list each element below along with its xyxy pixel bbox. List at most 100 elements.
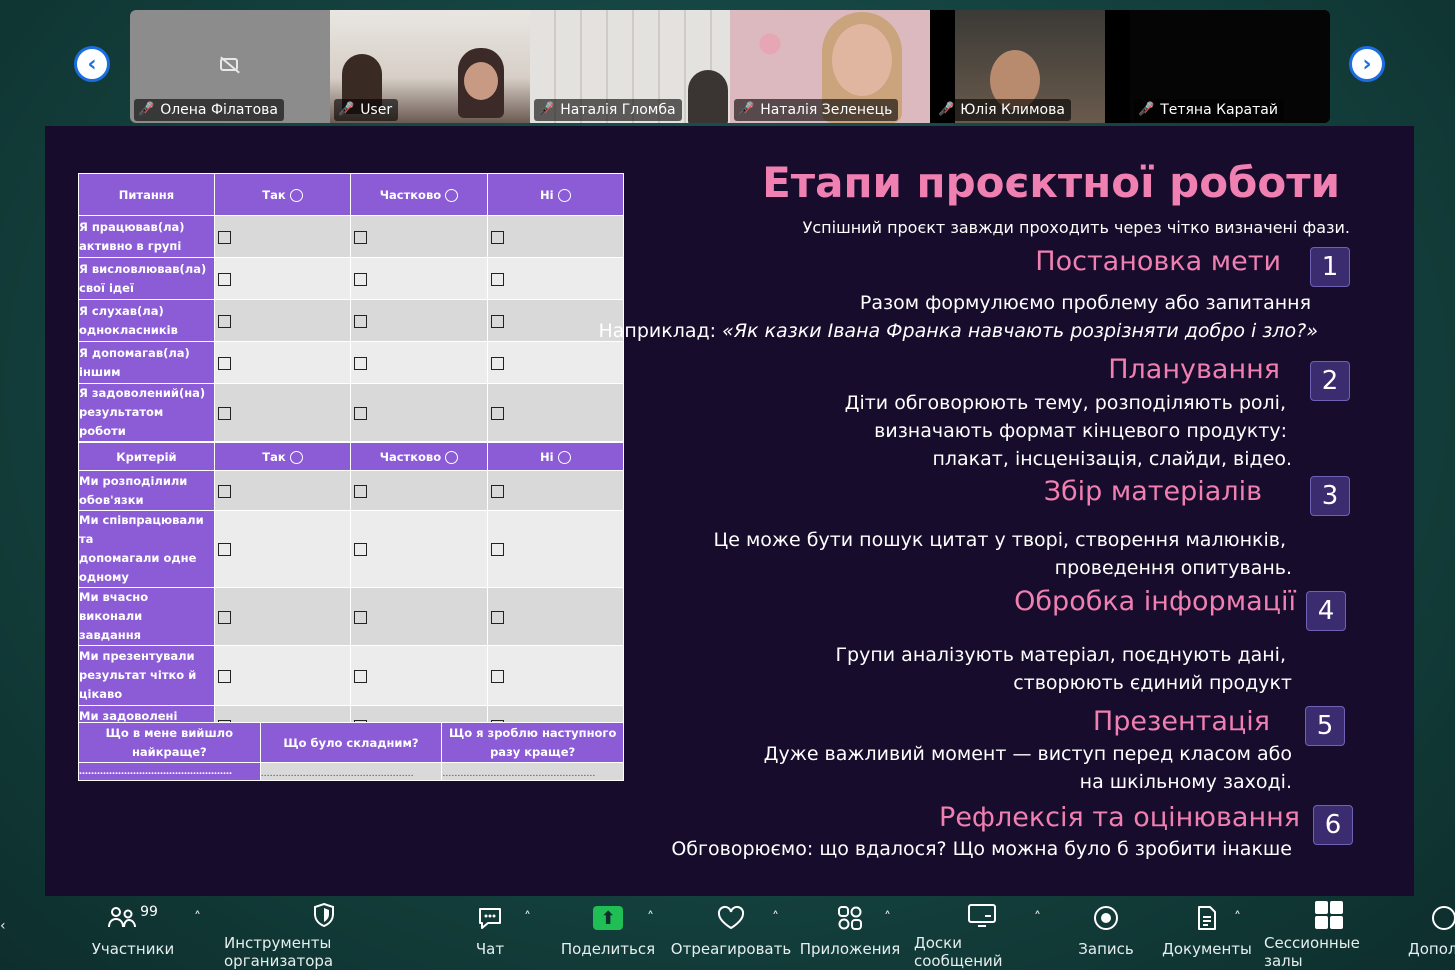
table-header: Що я зроблю наступного разу краще? [441,722,624,763]
next-participants-button[interactable]: › [1349,46,1385,82]
checkbox[interactable] [217,272,231,286]
breakout-rooms-button[interactable]: Сессионные залы [1264,896,1394,970]
host-tools-button[interactable]: Инструменты организатора [224,896,424,970]
more-button[interactable]: Допол [1408,896,1455,970]
checkbox[interactable] [354,314,368,328]
checkbox[interactable] [217,610,231,624]
checkbox[interactable] [354,484,368,498]
participant-tile[interactable]: 🎤̸ User [330,10,530,123]
criterion-label: Я працював(ла) активно в групі [78,215,215,258]
checkbox[interactable] [490,272,504,286]
whiteboards-button[interactable]: Доски сообщений [914,896,1050,970]
smile-icon [289,188,303,202]
table-header: Так [213,442,352,471]
chevron-up-icon[interactable]: ˄ [1034,910,1041,926]
participant-name-tag: 🎤̸ Наталія Гломба [534,99,682,121]
table-header: Ні [486,442,625,471]
checkbox[interactable] [490,610,504,624]
checkbox-cell [213,341,352,384]
checkbox[interactable] [217,356,231,370]
table-header: Критерій [78,442,215,471]
criterion-label: Я слухав(ла) однокласників [78,299,215,342]
self-assessment-table: Питання Так Частково Ні Я працював(ла) ак… [78,173,625,442]
table-header: Частково [350,442,488,471]
checkbox[interactable] [490,314,504,328]
chevron-up-icon[interactable]: ˄ [772,910,779,926]
criterion-label: Ми розподілили обов'язки [78,470,215,511]
checkbox-cell [486,215,625,258]
stage-number: 6 [1313,805,1353,845]
neutral-face-icon [445,188,459,202]
participant-tile[interactable]: 🎤̸ Юлія Климова [930,10,1130,123]
checkbox[interactable] [490,356,504,370]
checkbox[interactable] [217,484,231,498]
toolbar-label: Сессионные залы [1264,934,1360,970]
checkbox[interactable] [490,669,504,683]
checkbox[interactable] [354,230,368,244]
participant-name: Юлія Климова [960,102,1065,118]
chevron-left-icon[interactable]: ‹ [0,918,6,934]
neutral-face-icon [445,450,459,464]
table-row: Ми співпрацювали та допомагали одне одному [78,510,625,588]
checkbox[interactable] [490,230,504,244]
checkbox[interactable] [217,669,231,683]
record-icon [1092,896,1120,940]
toolbar-label: Доски сообщений [914,934,1003,970]
smile-icon [289,450,303,464]
participants-button[interactable]: 99 Участники [90,896,176,970]
heart-icon [716,896,746,940]
checkbox[interactable] [217,543,231,556]
stage-heading: Презентація [1092,706,1270,737]
chevron-up-icon[interactable]: ˄ [1234,910,1241,926]
chevron-up-icon[interactable]: ˄ [194,910,201,926]
blank-line: …………………………………………… [441,762,624,781]
share-screen-button[interactable]: ⬆ Поделиться [560,896,656,970]
checkbox[interactable] [354,406,368,420]
checkbox[interactable] [217,230,231,244]
checkbox-cell [350,645,488,706]
apps-button[interactable]: Приложения [800,896,900,970]
toolbar-label: Инструменты организатора [224,934,334,970]
stage-description: проведення опитувань. [1054,557,1292,579]
participant-name: Наталія Зеленець [760,102,893,118]
checkbox[interactable] [490,484,504,498]
share-screen-icon: ⬆ [593,896,623,940]
participant-tile[interactable]: 🎤̸ Наталія Гломба [530,10,730,123]
breakout-rooms-icon [1314,896,1344,934]
shield-icon [312,896,336,934]
chevron-up-icon[interactable]: ˄ [884,910,891,926]
slide-title: Етапи проєктної роботи [762,158,1340,207]
checkbox[interactable] [217,314,231,328]
checkbox-cell [350,470,488,511]
checkbox[interactable] [490,406,504,420]
checkbox[interactable] [354,543,368,556]
chevron-up-icon[interactable]: ˄ [524,910,531,926]
checkbox[interactable] [490,543,504,556]
stage-description: Діти обговорюють тему, розподіляють ролі… [844,392,1286,414]
participant-tile[interactable]: 🎤̸ Наталія Зеленець [730,10,930,123]
checkbox-cell [213,383,352,442]
table-header: Що було складним? [259,722,443,763]
chevron-up-icon[interactable]: ˄ [647,910,654,926]
toolbar-label: Допол [1408,940,1455,958]
documents-button[interactable]: Документы [1162,896,1252,970]
stage-description: створюють єдиний продукт [1013,672,1292,694]
participant-name-tag: 🎤̸ User [334,99,399,121]
record-button[interactable]: Запись [1074,896,1138,970]
table-row: Ми вчасно виконали завдання [78,587,625,646]
checkbox-cell [213,645,352,706]
more-icon [1408,896,1455,940]
chat-button[interactable]: Чат [460,896,520,970]
sad-face-icon [557,188,571,202]
checkbox[interactable] [354,610,368,624]
participant-tile[interactable]: 🎤̸ Тетяна Каратай [1130,10,1330,123]
checkbox[interactable] [217,406,231,420]
criterion-label: Ми презентували результат чітко й цікаво [78,645,215,706]
checkbox[interactable] [354,669,368,683]
checkbox[interactable] [354,272,368,286]
prev-participants-button[interactable]: ‹ [74,46,110,82]
mic-muted-icon: 🎤̸ [738,102,755,117]
participant-tile[interactable]: 🎤̸ Олена Філатова [130,10,330,123]
react-button[interactable]: Отреагировать [671,896,791,970]
checkbox[interactable] [354,356,368,370]
